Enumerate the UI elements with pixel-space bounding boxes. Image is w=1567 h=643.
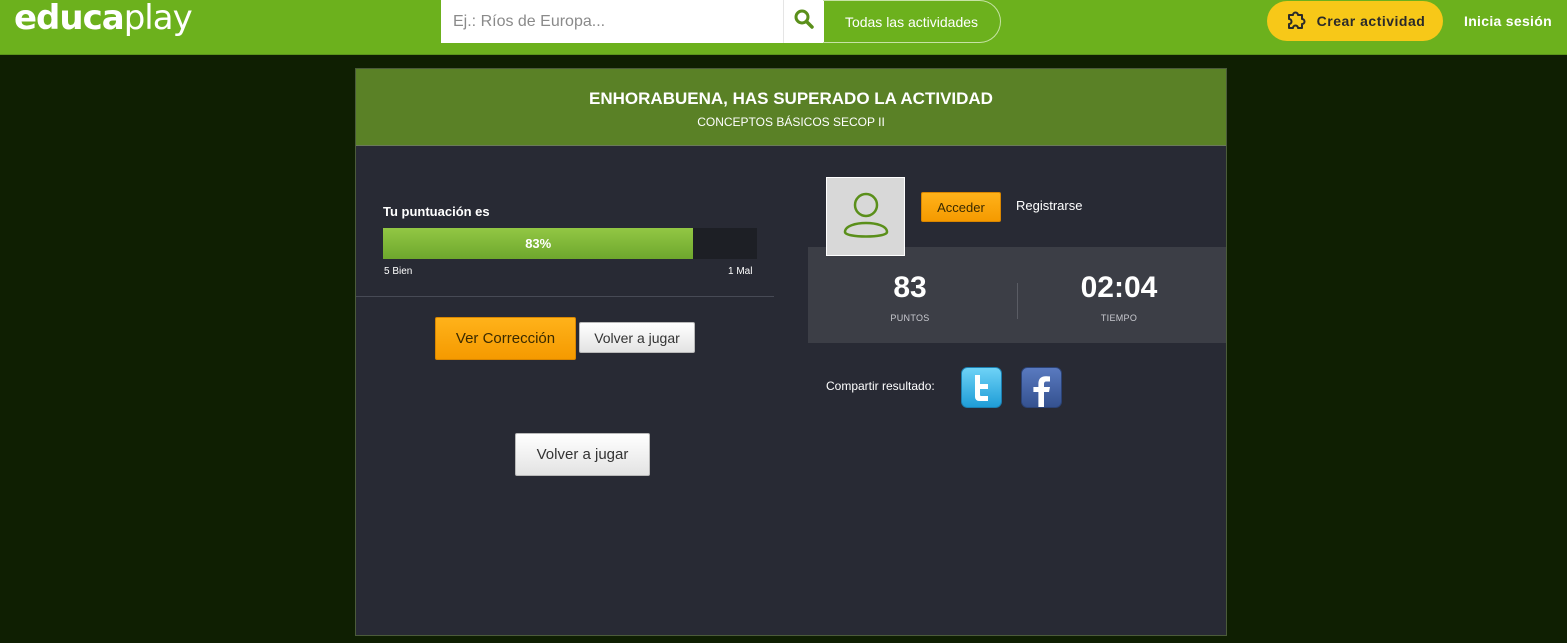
points-value: 83 [893, 271, 927, 304]
result-title: ENHORABUENA, HAS SUPERADO LA ACTIVIDAD [589, 89, 993, 108]
create-activity-button[interactable]: Crear actividad [1267, 1, 1443, 41]
register-link[interactable]: Registrarse [1016, 198, 1082, 213]
stats-divider [1017, 283, 1018, 319]
stats-box: 83 PUNTOS 02:04 TIEMPO [808, 247, 1226, 343]
logo-text-educa: educa [14, 0, 125, 38]
access-button[interactable]: Acceder [921, 192, 1001, 222]
create-activity-label: Crear actividad [1316, 13, 1426, 29]
logo-text-play: play [123, 0, 193, 38]
divider [356, 296, 774, 297]
educaplay-logo[interactable]: educaplay [14, 0, 193, 38]
access-label: Acceder [937, 199, 985, 215]
wrong-count: 1 Mal [728, 266, 753, 277]
play-again-button[interactable]: Volver a jugar [579, 322, 695, 353]
top-navigation-bar: educaplay Todas las actividades Crear ac… [0, 0, 1567, 55]
facebook-share-button[interactable] [1021, 367, 1062, 408]
twitter-icon [961, 367, 1002, 412]
result-header: ENHORABUENA, HAS SUPERADO LA ACTIVIDAD C… [356, 69, 1226, 146]
correct-count: 5 Bien [384, 266, 413, 277]
all-activities-label: Todas las actividades [844, 13, 979, 30]
score-progress-bar: 83% [383, 228, 757, 259]
activity-name: CONCEPTOS BÁSICOS SECOP II [697, 115, 885, 129]
play-again-large-label: Volver a jugar [536, 446, 629, 463]
share-label: Compartir resultado: [826, 379, 935, 393]
view-correction-button[interactable]: Ver Corrección [435, 317, 576, 360]
all-activities-button[interactable]: Todas las actividades [823, 0, 1001, 43]
puzzle-icon [1285, 8, 1309, 35]
search-input[interactable] [441, 0, 783, 43]
view-correction-label: Ver Corrección [455, 330, 556, 347]
twitter-share-button[interactable] [961, 367, 1002, 408]
avatar [826, 177, 905, 256]
time-value: 02:04 [1080, 271, 1158, 304]
time-label: TIEMPO [1100, 313, 1138, 323]
score-percent: 83% [525, 236, 552, 251]
points-label: PUNTOS [890, 313, 930, 323]
user-icon [841, 188, 891, 245]
play-again-large-button[interactable]: Volver a jugar [515, 433, 650, 476]
facebook-icon [1021, 367, 1062, 412]
search-button[interactable] [783, 0, 824, 43]
score-label: Tu puntuación es [383, 204, 490, 219]
search-icon [794, 9, 814, 34]
result-panel: ENHORABUENA, HAS SUPERADO LA ACTIVIDAD C… [355, 68, 1227, 636]
play-again-label: Volver a jugar [594, 329, 680, 346]
login-link[interactable]: Inicia sesión [1464, 13, 1552, 29]
